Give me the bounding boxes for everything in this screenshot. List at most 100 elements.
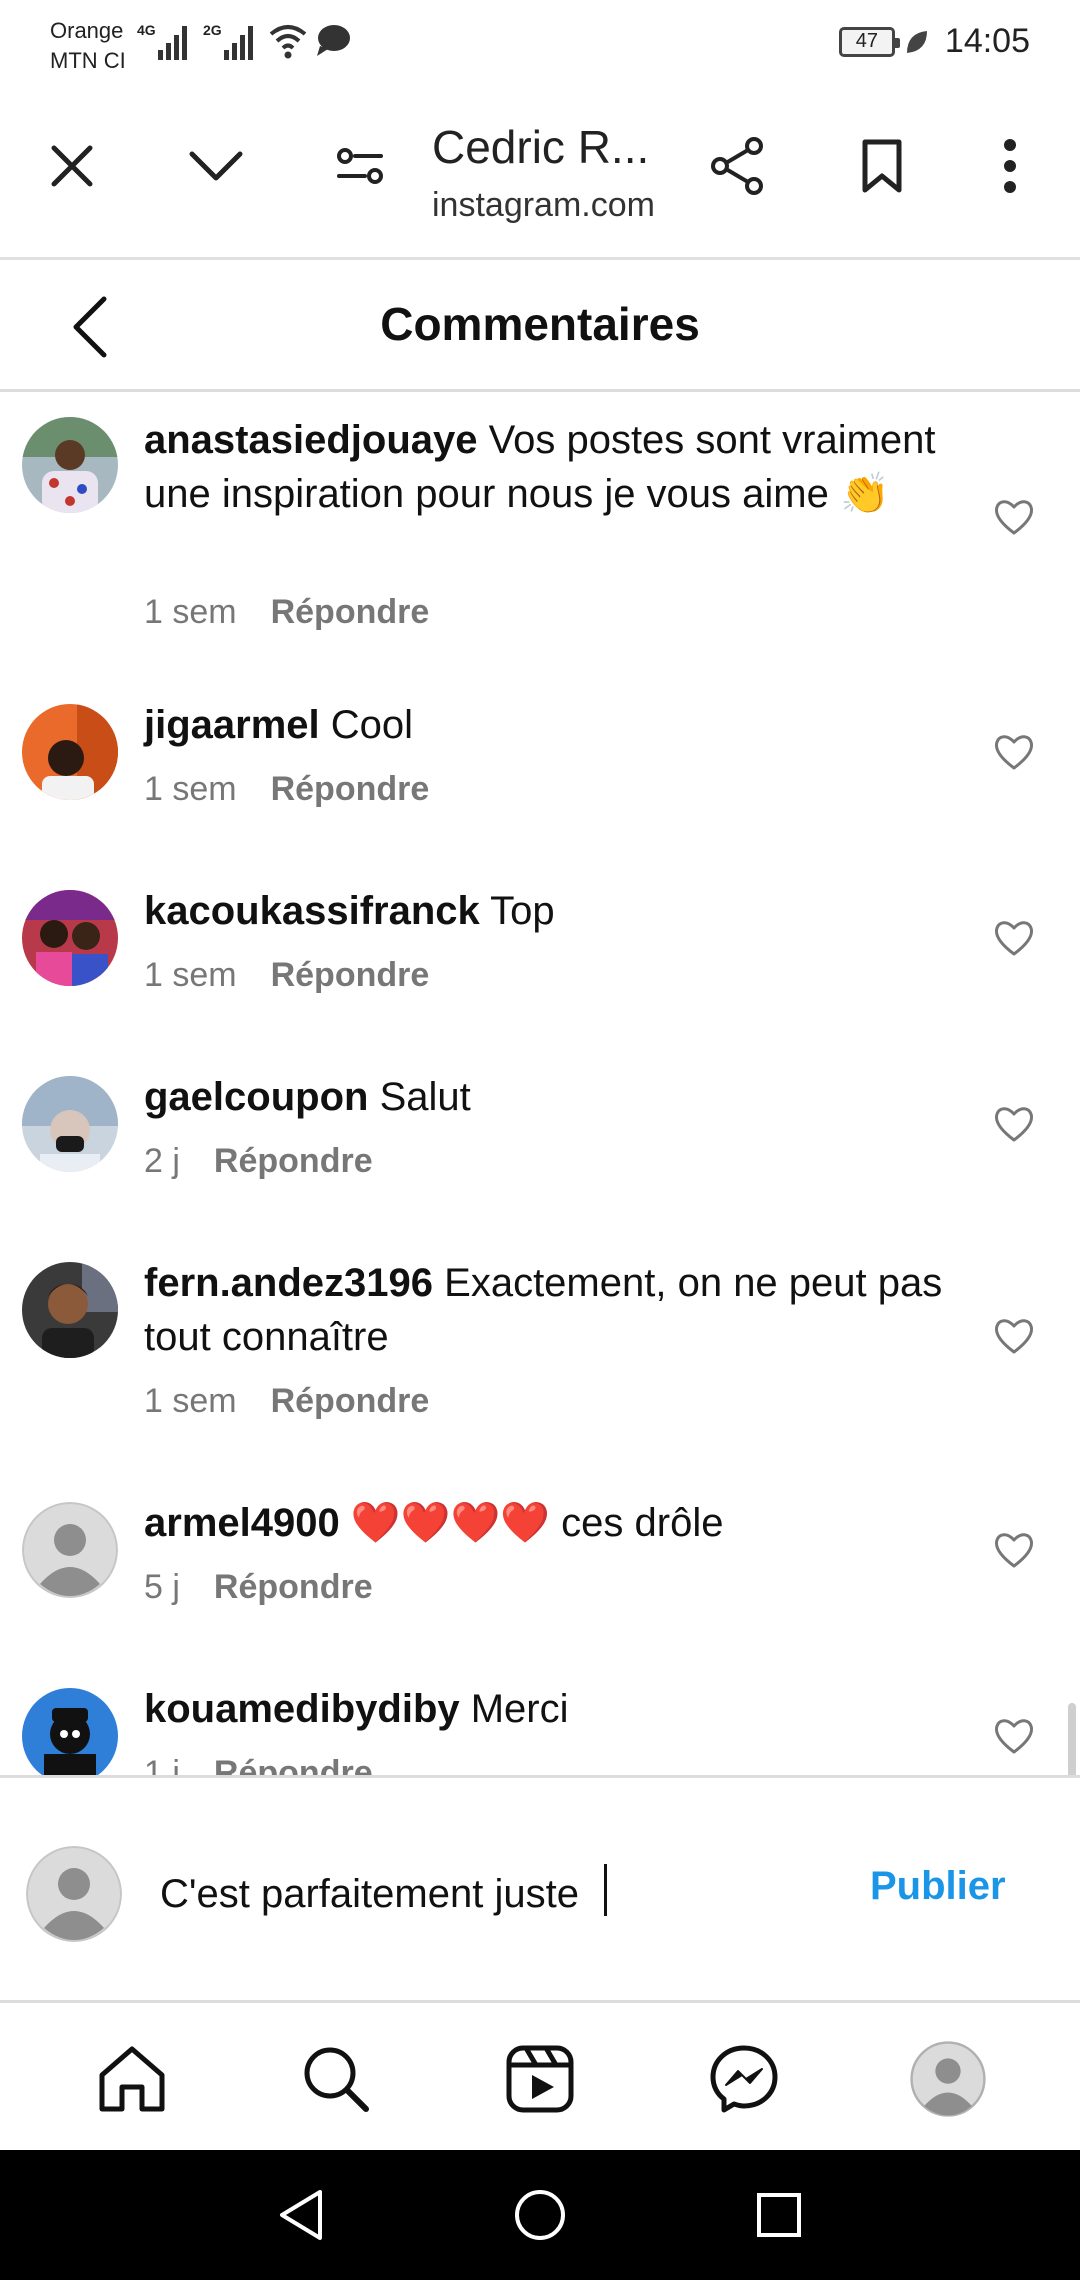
chevron-down-icon (189, 151, 243, 181)
avatar[interactable] (22, 417, 118, 513)
comment-body: ❤️❤️❤️❤️ ces drôle (339, 1501, 724, 1545)
comment-text: fern.andez3196 Exactement, on ne peut pa… (144, 1256, 944, 1364)
like-heart-icon[interactable] (992, 1528, 1036, 1572)
system-nav-bar (0, 2150, 1080, 2280)
close-button[interactable] (36, 130, 108, 202)
default-avatar-icon (26, 1846, 122, 1942)
battery-level: 47 (855, 30, 879, 52)
like-heart-icon[interactable] (992, 1714, 1036, 1758)
comment-meta: 1 j Répondre (144, 1754, 373, 1775)
comment-text: anastasiedjouaye Vos postes sont vraimen… (144, 413, 944, 521)
avatar[interactable] (22, 1076, 118, 1172)
scrollbar[interactable] (1068, 1703, 1076, 1775)
comment-meta: 5 j Répondre (144, 1568, 373, 1607)
reply-button[interactable]: Répondre (214, 1142, 373, 1180)
bottom-nav (0, 2003, 1080, 2150)
like-heart-icon[interactable] (992, 730, 1036, 774)
signal-icon-2 (224, 26, 253, 60)
like-heart-icon[interactable] (992, 1102, 1036, 1146)
nav-profile[interactable] (908, 2039, 988, 2119)
reply-button[interactable]: Répondre (214, 1754, 373, 1775)
more-vert-icon (1004, 139, 1016, 193)
carrier-labels: Orange MTN CI (50, 16, 126, 76)
avatar[interactable] (22, 1688, 118, 1775)
home-circle-icon (515, 2190, 565, 2240)
comment-body: Cool (319, 703, 414, 747)
comment-meta: 1 sem Répondre (144, 593, 429, 632)
nav-messenger[interactable] (704, 2039, 784, 2119)
system-recents-button[interactable] (744, 2180, 814, 2250)
comments-title: Commentaires (380, 298, 700, 350)
back-triangle-icon (280, 2190, 322, 2240)
browser-toolbar: Cedric R... instagram.com (0, 90, 1080, 260)
search-icon (304, 2047, 369, 2112)
comment-age: 2 j (144, 1142, 180, 1180)
page-title[interactable]: Cedric R... (432, 120, 649, 174)
wifi-icon (269, 25, 307, 59)
like-heart-icon[interactable] (992, 495, 1036, 539)
nav-search[interactable] (296, 2039, 376, 2119)
comment-age: 1 sem (144, 593, 237, 631)
comments-list[interactable]: anastasiedjouaye Vos postes sont vraimen… (0, 393, 1080, 1775)
avatar[interactable] (22, 1502, 118, 1598)
home-icon (99, 2046, 165, 2112)
comment-username[interactable]: kouamedibydiby (144, 1687, 460, 1731)
more-options-button[interactable] (974, 130, 1046, 202)
nav-home[interactable] (92, 2039, 172, 2119)
bookmark-icon (862, 139, 902, 193)
comment-meta: 1 sem Répondre (144, 956, 429, 995)
site-settings-icon (337, 148, 383, 184)
comment-text: kacoukassifranck Top (144, 884, 944, 938)
comment-username[interactable]: armel4900 (144, 1501, 340, 1545)
system-home-button[interactable] (505, 2180, 575, 2250)
collapse-button[interactable] (180, 130, 252, 202)
comment-body: Top (479, 889, 555, 933)
like-heart-icon[interactable] (992, 1314, 1036, 1358)
share-button[interactable] (702, 130, 774, 202)
page-url[interactable]: instagram.com (432, 186, 672, 225)
profile-icon (910, 2041, 986, 2117)
system-back-button[interactable] (266, 2180, 336, 2250)
comment-age: 1 sem (144, 1382, 237, 1420)
comment-text: kouamedibydiby Merci (144, 1682, 944, 1736)
share-icon (711, 137, 763, 195)
comment-username[interactable]: fern.andez3196 (144, 1261, 433, 1305)
comment-username[interactable]: jigaarmel (144, 703, 320, 747)
bookmark-button[interactable] (846, 130, 918, 202)
reply-button[interactable]: Répondre (271, 593, 430, 631)
comment-meta: 1 sem Répondre (144, 1382, 429, 1421)
reply-button[interactable]: Répondre (214, 1568, 373, 1606)
comment-age: 1 sem (144, 770, 237, 808)
battery-icon: 47 (838, 26, 900, 57)
comment-body: Merci (459, 1687, 569, 1731)
comment-meta: 2 j Répondre (144, 1142, 373, 1181)
reply-button[interactable]: Répondre (271, 770, 430, 808)
comment-text: jigaarmel Cool (144, 698, 944, 752)
reply-button[interactable]: Répondre (271, 956, 430, 994)
site-settings-button[interactable] (324, 130, 396, 202)
my-avatar (26, 1846, 122, 1942)
network-type-1: 4G (137, 22, 156, 38)
comment-age: 1 sem (144, 956, 237, 994)
avatar[interactable] (22, 890, 118, 986)
reply-button[interactable]: Répondre (271, 1382, 430, 1420)
publish-button[interactable]: Publier (870, 1864, 1006, 1909)
like-heart-icon[interactable] (992, 916, 1036, 960)
comment-age: 1 j (144, 1754, 180, 1775)
comment-input[interactable] (160, 1862, 800, 1926)
comment-username[interactable]: gaelcoupon (144, 1075, 368, 1119)
carrier-1: Orange (50, 18, 124, 43)
avatar[interactable] (22, 704, 118, 800)
recents-square-icon (757, 2193, 801, 2237)
avatar[interactable] (22, 1262, 118, 1358)
reels-icon (506, 2045, 574, 2113)
carrier-2: MTN CI (50, 48, 126, 73)
comment-age: 5 j (144, 1568, 180, 1606)
network-type-2: 2G (203, 22, 222, 38)
comment-username[interactable]: anastasiedjouaye (144, 418, 478, 462)
nav-reels[interactable] (500, 2039, 580, 2119)
comment-username[interactable]: kacoukassifranck (144, 889, 480, 933)
text-caret (604, 1864, 607, 1916)
signal-icon-1 (158, 26, 187, 60)
comment-meta: 1 sem Répondre (144, 770, 429, 809)
